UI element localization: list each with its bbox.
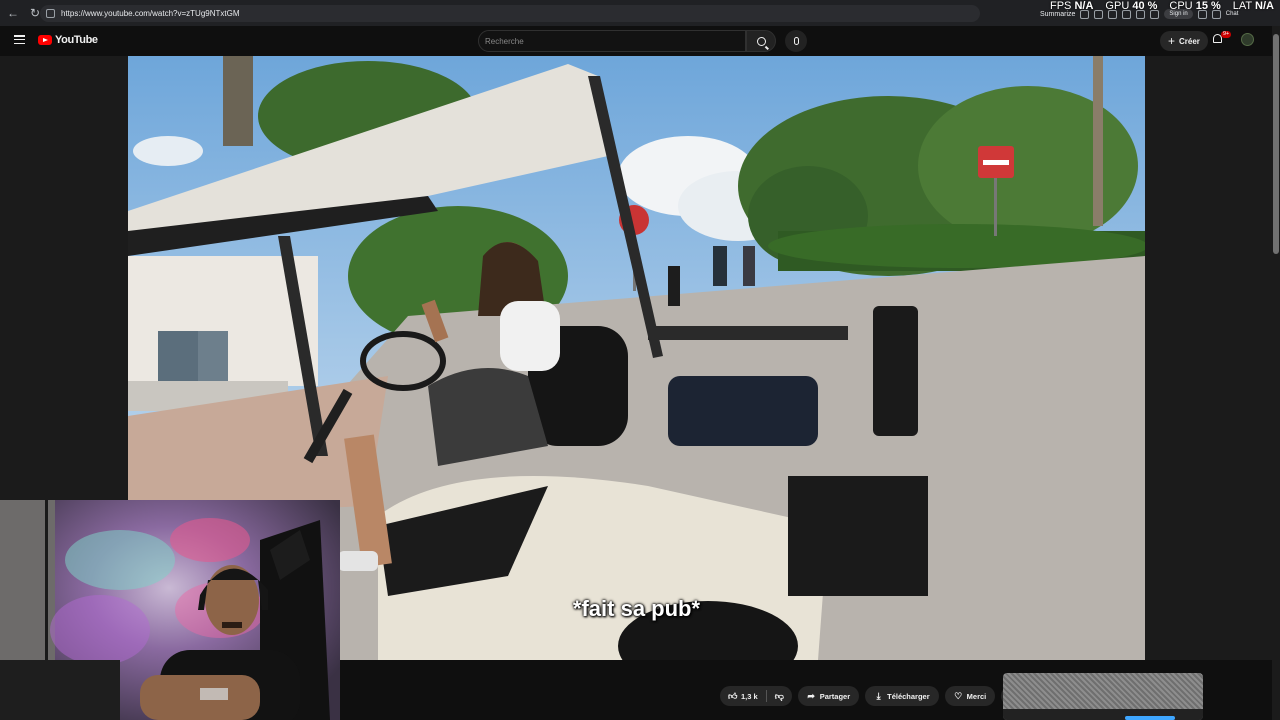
share-arrow-icon: ➦ (807, 690, 815, 701)
create-button[interactable]: + Créer (1160, 31, 1208, 51)
back-arrow-icon[interactable]: ← (4, 4, 22, 22)
thumbnail-progress-bar (1125, 716, 1175, 720)
search-button[interactable] (746, 30, 776, 52)
share-button[interactable]: ➦ Partager (797, 686, 860, 706)
plus-icon: + (1168, 34, 1176, 48)
search-input[interactable] (485, 35, 735, 48)
search-icon (756, 36, 766, 46)
notification-badge: 9+ (1221, 31, 1232, 38)
streamer-webcam (0, 500, 340, 720)
thumbs-up-icon: 👍︎ (728, 690, 738, 701)
avatar[interactable] (1241, 33, 1254, 46)
video-letterbox-right (1145, 56, 1272, 660)
cpu-readout: CPU 15 % (1169, 0, 1221, 12)
youtube-logo[interactable]: YouTube (38, 34, 98, 46)
youtube-header: YouTube + Créer 9+ (0, 26, 1280, 56)
address-bar[interactable]: https://www.youtube.com/watch?v=zTUg9NTx… (40, 5, 980, 22)
like-button[interactable]: 👍︎ 1,3 k (720, 686, 766, 706)
hamburger-menu-icon[interactable] (14, 35, 25, 45)
fps-readout: FPS N/A (1050, 0, 1094, 12)
performance-overlay: FPS N/A GPU 40 % CPU 15 % LAT N/A (1050, 0, 1274, 12)
dislike-button[interactable]: 👎︎ (767, 686, 792, 706)
video-actions: 👍︎ 1,3 k 👎︎ ➦ Partager ⤓ Télécharger ♡ M… (720, 686, 1022, 706)
download-icon: ⤓ (876, 690, 881, 701)
site-info-icon[interactable] (46, 9, 55, 18)
youtube-play-icon (38, 35, 52, 45)
search-box (478, 30, 746, 52)
thanks-heart-icon: ♡ (954, 690, 963, 701)
page-scrollbar[interactable] (1272, 26, 1280, 720)
voice-search-button[interactable] (785, 30, 807, 52)
recommendation-thumbnail[interactable] (1003, 673, 1203, 720)
video-actions-bar: 👍︎ 1,3 k 👎︎ ➦ Partager ⤓ Télécharger ♡ M… (340, 660, 1272, 720)
webcam-image (0, 500, 340, 720)
scrollbar-thumb[interactable] (1273, 34, 1279, 254)
latency-readout: LAT N/A (1232, 0, 1274, 12)
url-text: https://www.youtube.com/watch?v=zTUg9NTx… (61, 9, 240, 18)
microphone-icon (793, 37, 799, 45)
like-dislike-group: 👍︎ 1,3 k 👎︎ (720, 686, 792, 706)
gpu-readout: GPU 40 % (1105, 0, 1158, 12)
thumbs-down-icon: 👎︎ (774, 690, 784, 701)
thanks-button[interactable]: ♡ Merci (944, 686, 996, 706)
download-button[interactable]: ⤓ Télécharger (865, 686, 939, 706)
